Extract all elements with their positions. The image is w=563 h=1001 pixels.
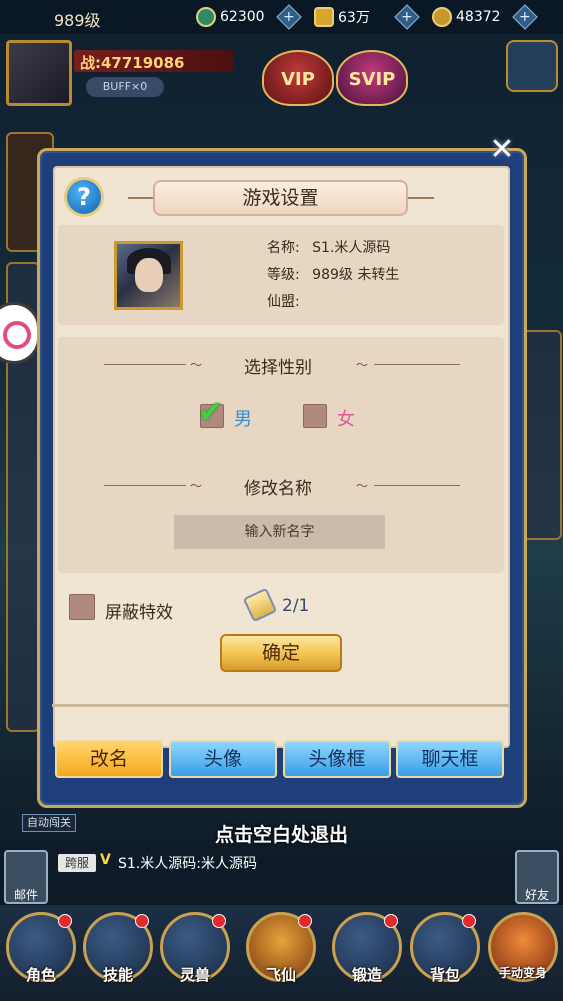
notification-dot (298, 914, 312, 928)
title-ornament-left (128, 197, 156, 199)
guild-label: 仙盟: (267, 294, 300, 310)
add-jade-button[interactable]: + (276, 4, 302, 30)
nav-label: 飞仙 (265, 966, 296, 984)
tab-avatar[interactable]: 头像 (169, 740, 277, 778)
player-name-row: 名称: S1.米人源码 (267, 237, 390, 257)
exit-hint: 点击空白处退出 (214, 824, 348, 846)
gender-ornament-left: 〜 (190, 358, 203, 372)
tab-avatar-frame[interactable]: 头像框 (283, 740, 391, 778)
coin-icon (432, 7, 452, 27)
svip-button[interactable]: SVIP (336, 50, 408, 106)
coin-resource: 48372 + (432, 4, 538, 30)
hide-effects-checkbox[interactable] (69, 594, 95, 620)
jade-resource: 62300 + (196, 4, 302, 30)
nav-spirit-beast[interactable]: 灵兽 (160, 912, 230, 988)
right-side-column (522, 330, 562, 540)
nav-label: 灵兽 (179, 966, 210, 984)
rename-ornament-right: 〜 (356, 479, 369, 493)
dialog-title: 游戏设置 (153, 180, 408, 216)
chat-message: S1.米人源码:米人源码 (118, 856, 257, 872)
female-label[interactable]: 女 (337, 405, 355, 431)
confirm-button[interactable]: 确定 (220, 634, 342, 672)
hide-effects-label[interactable]: 屏蔽特效 (105, 598, 173, 623)
vip-button[interactable]: VIP (262, 50, 334, 106)
add-coin-button[interactable]: + (512, 4, 538, 30)
notification-dot (58, 914, 72, 928)
name-label: 名称: (267, 240, 300, 256)
player-level-row: 等级: 989级 未转生 (267, 264, 399, 284)
checkmark-icon: ✔ (198, 395, 224, 430)
close-icon[interactable]: ✕ (484, 133, 520, 167)
tab-rename[interactable]: 改名 (55, 740, 163, 778)
player-guild-row: 仙盟: (267, 291, 308, 311)
rename-divider-right (374, 485, 460, 486)
friends-button[interactable]: 好友 (515, 850, 559, 904)
dialog-divider (52, 704, 510, 707)
rename-divider-left (104, 485, 186, 486)
coin-value: 48372 (456, 9, 501, 25)
event-icon[interactable] (506, 40, 558, 92)
rename-ornament-left: 〜 (190, 479, 203, 493)
level-value: 989级 未转生 (312, 267, 400, 283)
nav-ascend[interactable]: 飞仙 (246, 912, 316, 988)
nav-skills[interactable]: 技能 (83, 912, 153, 988)
portrait-face (135, 258, 163, 292)
gender-divider-left (104, 364, 186, 365)
gender-section-title: 选择性别 (244, 358, 312, 378)
notification-dot (135, 914, 149, 928)
notification-dot (384, 914, 398, 928)
nav-label: 手动变身 (498, 966, 547, 980)
gold-resource: 63万 + (314, 4, 420, 30)
gold-ingot-icon (314, 7, 334, 27)
jade-value: 62300 (220, 9, 265, 25)
level-label: 等级: (267, 267, 300, 283)
nav-transform[interactable]: 手动变身 (488, 912, 558, 988)
nav-character[interactable]: 角色 (6, 912, 76, 988)
new-name-input[interactable] (174, 515, 385, 549)
rename-card-count: 2/1 (282, 596, 310, 616)
player-portrait[interactable] (114, 241, 183, 310)
jade-icon (196, 7, 216, 27)
gold-value: 63万 (338, 10, 370, 26)
gender-ornament-right: 〜 (356, 358, 369, 372)
rename-section-title: 修改名称 (244, 479, 312, 499)
mail-button[interactable]: 邮件 (4, 850, 48, 904)
name-value: S1.米人源码 (312, 240, 391, 256)
chat-channel-badge: 跨服 (58, 854, 96, 872)
notification-dot (462, 914, 476, 928)
nav-backpack[interactable]: 背包 (410, 912, 480, 988)
notification-dot (212, 914, 226, 928)
nav-label: 锻造 (351, 966, 382, 984)
nav-label: 背包 (429, 966, 460, 984)
nav-label: 角色 (25, 966, 56, 984)
help-icon[interactable]: ? (64, 177, 104, 217)
tab-chat-frame[interactable]: 聊天框 (396, 740, 504, 778)
gender-divider-right (374, 364, 460, 365)
player-level: 989级 (54, 11, 101, 30)
male-label[interactable]: 男 (234, 405, 252, 431)
vip-mark: V (100, 852, 111, 868)
combat-power: 战:47719086 (80, 54, 185, 72)
nav-forge[interactable]: 锻造 (332, 912, 402, 988)
title-ornament-right (406, 197, 434, 199)
add-gold-button[interactable]: + (394, 4, 420, 30)
player-avatar[interactable] (6, 40, 72, 106)
nav-label: 技能 (102, 966, 133, 984)
buff-badge[interactable]: BUFF×0 (86, 77, 164, 97)
female-checkbox[interactable] (303, 404, 327, 428)
